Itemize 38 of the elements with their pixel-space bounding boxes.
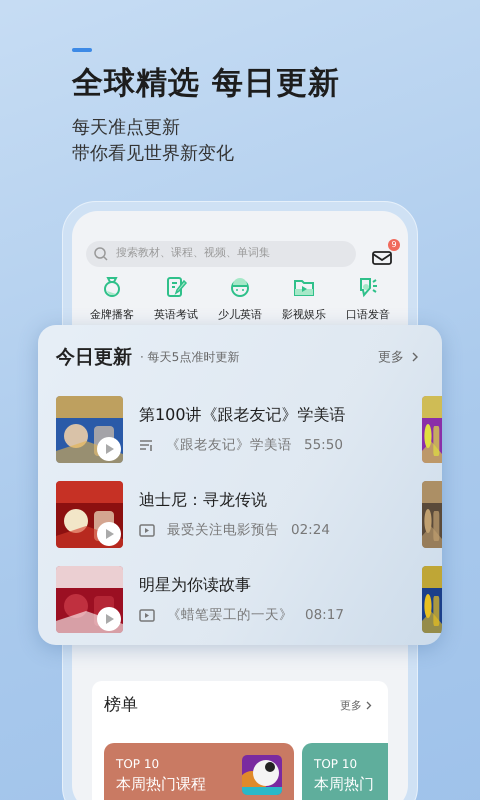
- chevron-right-icon: [412, 352, 418, 362]
- play-icon[interactable]: [97, 436, 121, 460]
- play-icon[interactable]: [97, 606, 121, 630]
- item-source: 最受关注电影预告: [167, 520, 279, 540]
- pencil-note-icon[interactable]: [164, 274, 188, 299]
- category-label[interactable]: 口语发音: [346, 306, 390, 324]
- card-title: 本周热门: [314, 774, 374, 795]
- video-icon: [139, 524, 155, 536]
- video-icon: [139, 608, 155, 622]
- mail-icon[interactable]: [372, 250, 392, 266]
- more-link[interactable]: 更多: [340, 698, 372, 714]
- duration: 55:50: [304, 436, 343, 455]
- item-title[interactable]: 迪士尼：寻龙传说: [139, 488, 422, 512]
- chevron-right-icon: [366, 701, 372, 710]
- section-title: 今日更新: [56, 345, 132, 370]
- section-subtitle: · 每天5点准时更新: [140, 349, 240, 366]
- duration: 08:17: [305, 606, 344, 625]
- headline: 全球精选 每日更新: [72, 64, 341, 103]
- section-title: 榜单: [104, 694, 138, 718]
- subtitle-line: 每天准点更新: [72, 116, 181, 140]
- category-label[interactable]: 英语考试: [154, 306, 198, 324]
- item-title[interactable]: 明星为你读故事: [139, 572, 422, 597]
- playlist-icon: [139, 438, 154, 452]
- duration: 02:24: [291, 520, 330, 540]
- category-label[interactable]: 金牌播客: [90, 306, 134, 324]
- play-icon[interactable]: [97, 522, 121, 546]
- item-source: 《跟老友记》学美语: [166, 436, 292, 455]
- card-tag: TOP 10: [116, 754, 206, 773]
- category-label[interactable]: 少儿英语: [218, 306, 262, 324]
- notification-badge: 9: [388, 238, 400, 251]
- category-label[interactable]: 影视娱乐: [282, 306, 326, 324]
- card-title: 本周热门课程: [116, 774, 206, 795]
- item-source: 《蜡笔罢工的一天》: [167, 606, 293, 625]
- search-icon: [94, 246, 108, 261]
- subtitle-line: 带你看见世界新变化: [72, 142, 235, 166]
- more-link[interactable]: 更多: [378, 348, 418, 367]
- item-title[interactable]: 第100讲《跟老友记》学美语: [139, 402, 422, 427]
- card-tag: TOP 10: [314, 754, 374, 773]
